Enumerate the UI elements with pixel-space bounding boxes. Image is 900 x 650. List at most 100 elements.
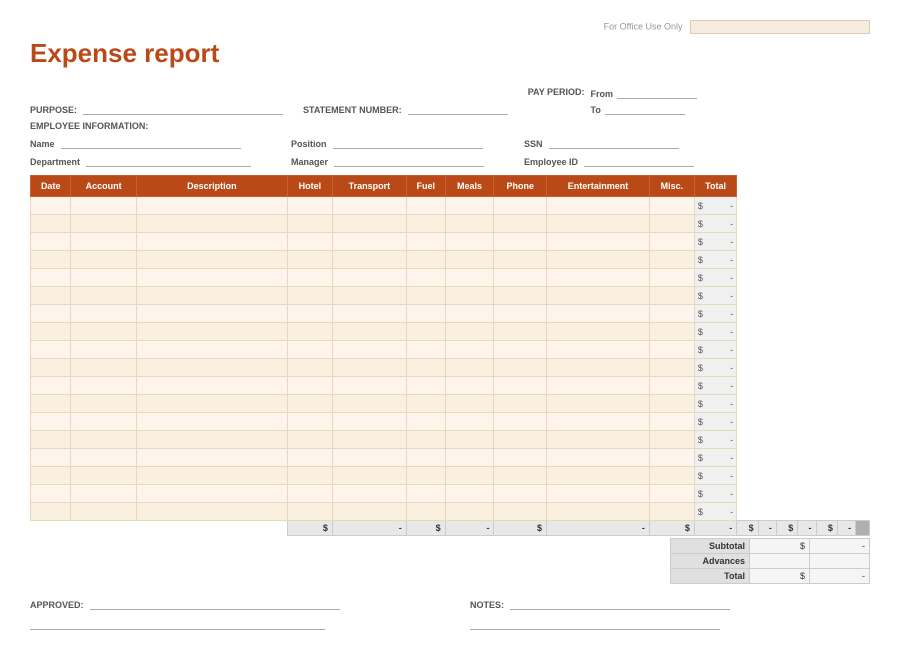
- approved-input2[interactable]: [30, 616, 325, 630]
- purpose-input[interactable]: [83, 101, 283, 115]
- table-row: $-: [31, 341, 870, 359]
- row-total: $-: [694, 377, 736, 395]
- for-office-use-label: For Office Use Only: [604, 21, 683, 31]
- department-input[interactable]: [86, 153, 251, 167]
- manager-label: Manager: [291, 157, 328, 167]
- pay-to-input[interactable]: [605, 101, 685, 115]
- row-total: $-: [694, 503, 736, 521]
- name-field: Name: [30, 135, 251, 149]
- row-total: $-: [694, 287, 736, 305]
- row-total: $-: [694, 395, 736, 413]
- totals-phone-val: -: [758, 521, 776, 536]
- table-row: $-: [31, 413, 870, 431]
- table-row: $-: [31, 377, 870, 395]
- name-label: Name: [30, 139, 55, 149]
- row-total: $-: [694, 269, 736, 287]
- subtotal-row: Subtotal $ -: [671, 539, 870, 554]
- col-misc: Misc.: [649, 176, 694, 197]
- table-row: $-: [31, 215, 870, 233]
- row-total: $-: [694, 233, 736, 251]
- employee-col-3: SSN Employee ID: [524, 135, 694, 167]
- table-row: $-: [31, 233, 870, 251]
- row-total: $-: [694, 413, 736, 431]
- col-account: Account: [71, 176, 137, 197]
- position-field: Position: [291, 135, 484, 149]
- col-transport: Transport: [332, 176, 406, 197]
- table-row: $-: [31, 269, 870, 287]
- table-row: $-: [31, 485, 870, 503]
- col-meals: Meals: [445, 176, 494, 197]
- totals-phone-dollar: $: [737, 521, 758, 536]
- notes-input2[interactable]: [470, 616, 720, 630]
- table-row: $-: [31, 359, 870, 377]
- total-row: Total $ -: [671, 569, 870, 584]
- row-total: $-: [694, 215, 736, 233]
- name-input[interactable]: [61, 135, 241, 149]
- notes-row: NOTES:: [470, 596, 870, 610]
- totals-row: $ - $ - $ - $ - $ - $ - $ -: [31, 521, 870, 536]
- total-val: -: [810, 569, 870, 584]
- manager-input[interactable]: [334, 153, 484, 167]
- department-label: Department: [30, 157, 80, 167]
- ssn-input[interactable]: [549, 135, 679, 149]
- approved-line2-row: [30, 616, 430, 630]
- pay-period-block: From To: [591, 85, 698, 115]
- totals-misc-val: -: [837, 521, 855, 536]
- employee-id-field: Employee ID: [524, 153, 694, 167]
- statement-label: STATEMENT NUMBER:: [303, 105, 402, 115]
- pay-to-row: To: [591, 101, 698, 115]
- col-fuel: Fuel: [406, 176, 445, 197]
- totals-misc-dollar: $: [816, 521, 837, 536]
- col-entertainment: Entertainment: [547, 176, 650, 197]
- row-total: $-: [694, 467, 736, 485]
- department-field: Department: [30, 153, 251, 167]
- totals-fuel-dollar: $: [494, 521, 547, 536]
- statement-input[interactable]: [408, 101, 508, 115]
- pay-period-label: PAY PERIOD:: [528, 87, 585, 97]
- ssn-field: SSN: [524, 135, 694, 149]
- totals-hotel-val: -: [332, 521, 406, 536]
- totals-fuel-val: -: [547, 521, 650, 536]
- total-label: Total: [671, 569, 750, 584]
- expense-table: Date Account Description Hotel Transport…: [30, 175, 870, 536]
- row-total: $-: [694, 197, 736, 215]
- table-row: $-: [31, 251, 870, 269]
- table-row: $-: [31, 467, 870, 485]
- ssn-label: SSN: [524, 139, 543, 149]
- page-title: Expense report: [30, 38, 870, 69]
- employee-id-input[interactable]: [584, 153, 694, 167]
- pay-from-input[interactable]: [617, 85, 697, 99]
- notes-col: NOTES:: [470, 596, 870, 630]
- notes-label: NOTES:: [470, 600, 504, 610]
- purpose-label: PURPOSE:: [30, 105, 77, 115]
- total-dollar: $: [750, 569, 810, 584]
- for-office-use-box: [690, 20, 870, 34]
- totals-hotel-dollar: $: [287, 521, 332, 536]
- pay-from-row: From: [591, 85, 698, 99]
- col-date: Date: [31, 176, 71, 197]
- employee-id-label: Employee ID: [524, 157, 578, 167]
- notes-line2-row: [470, 616, 870, 630]
- row-total: $-: [694, 359, 736, 377]
- employee-rows: Name Department Position Manager SSN: [30, 135, 870, 167]
- employee-col-2: Position Manager: [291, 135, 484, 167]
- col-hotel: Hotel: [287, 176, 332, 197]
- totals-entertainment-val: -: [798, 521, 816, 536]
- subtotal-dollar: $: [750, 539, 810, 554]
- table-row: $-: [31, 449, 870, 467]
- row-total: $-: [694, 341, 736, 359]
- statement-field: STATEMENT NUMBER:: [303, 101, 508, 115]
- table-row: $-: [31, 305, 870, 323]
- row-total: $-: [694, 485, 736, 503]
- notes-lines: NOTES:: [470, 596, 870, 630]
- manager-field: Manager: [291, 153, 484, 167]
- subtotal-label: Subtotal: [671, 539, 750, 554]
- advances-dollar: [750, 554, 810, 569]
- subtotal-val: -: [810, 539, 870, 554]
- table-row: $-: [31, 395, 870, 413]
- position-input[interactable]: [333, 135, 483, 149]
- footer-row: APPROVED: NOTES:: [30, 596, 870, 630]
- summary-table: Subtotal $ - Advances Total $ -: [670, 538, 870, 584]
- notes-input[interactable]: [510, 596, 730, 610]
- approved-input[interactable]: [90, 596, 340, 610]
